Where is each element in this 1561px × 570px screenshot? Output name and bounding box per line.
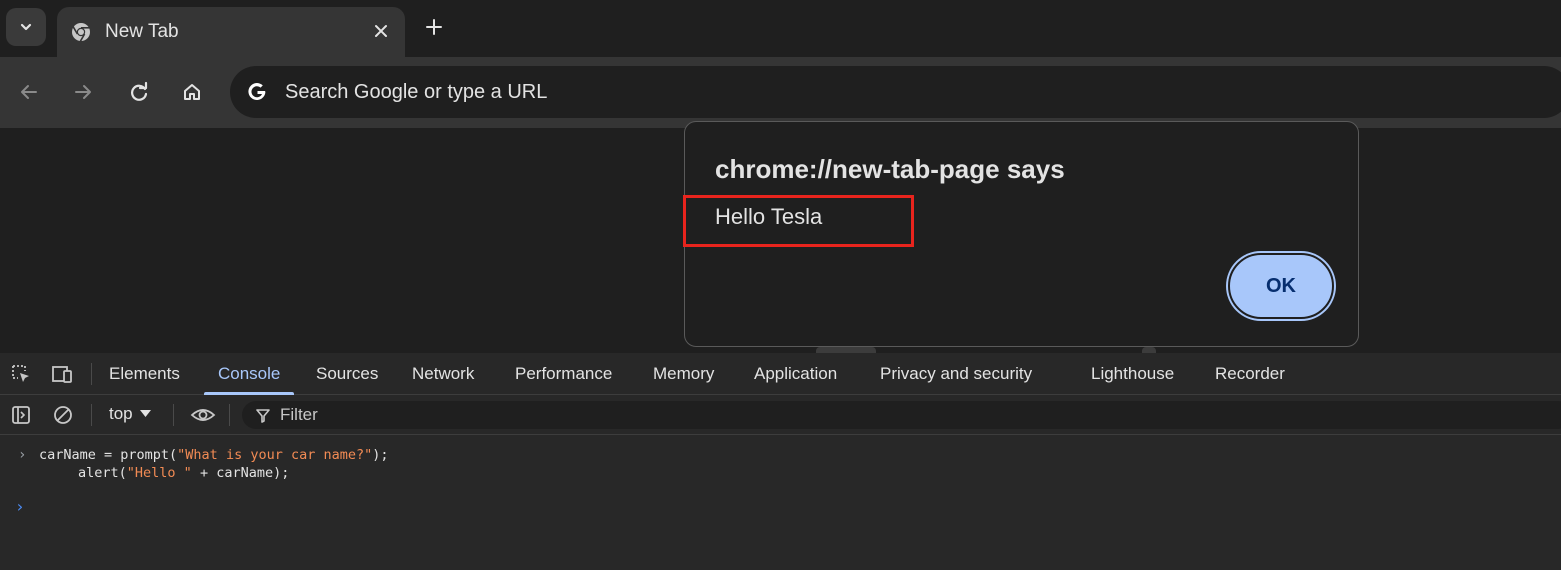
new-tab-button[interactable] bbox=[420, 12, 448, 42]
sidebar-toggle-icon[interactable] bbox=[9, 403, 33, 427]
device-toolbar-icon[interactable] bbox=[50, 362, 74, 386]
plus-icon bbox=[426, 19, 442, 35]
reload-icon bbox=[131, 81, 148, 101]
chevron-right-icon: › bbox=[18, 447, 27, 463]
devtools-tab-elements[interactable]: Elements bbox=[109, 353, 180, 395]
devtools-tab-performance[interactable]: Performance bbox=[515, 353, 612, 395]
alert-dialog: chrome://new-tab-page says Hello Tesla O… bbox=[683, 121, 1359, 347]
devtools-tab-console[interactable]: Console bbox=[203, 353, 295, 395]
tab-title: New Tab bbox=[105, 21, 179, 42]
divider bbox=[91, 363, 92, 385]
caret-down-icon bbox=[139, 410, 151, 417]
ok-button[interactable]: OK bbox=[1228, 253, 1334, 319]
filter-icon bbox=[256, 408, 270, 423]
context-selector-label: top bbox=[109, 404, 133, 423]
live-expression-eye-icon[interactable] bbox=[189, 403, 217, 427]
home-button[interactable] bbox=[177, 77, 207, 107]
chrome-icon bbox=[71, 22, 91, 42]
close-icon[interactable] bbox=[369, 19, 393, 43]
dialog-message: Hello Tesla bbox=[715, 204, 823, 229]
tab-search-button[interactable] bbox=[6, 8, 46, 46]
console-prompt-icon[interactable]: › bbox=[15, 497, 25, 516]
forward-button[interactable] bbox=[68, 77, 98, 107]
clear-console-icon[interactable] bbox=[51, 403, 75, 427]
context-selector[interactable]: top bbox=[109, 404, 151, 424]
reload-button[interactable] bbox=[124, 77, 154, 107]
dialog-title: chrome://new-tab-page says bbox=[715, 154, 1065, 184]
arrow-left-icon bbox=[21, 85, 37, 99]
browser-toolbar: Search Google or type a URL bbox=[0, 57, 1561, 128]
divider bbox=[229, 404, 230, 426]
devtools-tab-recorder[interactable]: Recorder bbox=[1215, 353, 1285, 395]
devtools-tab-application[interactable]: Application bbox=[754, 353, 837, 395]
devtools-tab-memory[interactable]: Memory bbox=[653, 353, 714, 395]
tab-new-tab[interactable]: New Tab bbox=[57, 7, 405, 57]
console-toolbar: top Filter bbox=[0, 395, 1561, 435]
divider bbox=[173, 404, 174, 426]
console-command-line-1: carName = prompt("What is your car name?… bbox=[39, 447, 389, 463]
devtools-panel: Elements Console Sources Network Perform… bbox=[0, 353, 1561, 570]
divider bbox=[91, 404, 92, 426]
devtools-tab-sources[interactable]: Sources bbox=[316, 353, 378, 395]
google-icon bbox=[244, 79, 270, 105]
arrow-right-icon bbox=[75, 85, 91, 99]
back-button[interactable] bbox=[14, 77, 44, 107]
tab-strip: New Tab bbox=[0, 0, 1561, 57]
console-command-line-2: alert("Hello " + carName); bbox=[78, 465, 290, 481]
address-bar-placeholder: Search Google or type a URL bbox=[285, 80, 548, 103]
devtools-tab-network[interactable]: Network bbox=[412, 353, 474, 395]
devtools-tab-lighthouse[interactable]: Lighthouse bbox=[1091, 353, 1174, 395]
home-icon bbox=[184, 84, 200, 100]
chevron-down-icon bbox=[20, 23, 32, 31]
filter-placeholder: Filter bbox=[280, 405, 318, 424]
devtools-tab-privacy-security[interactable]: Privacy and security bbox=[880, 353, 1032, 395]
console-filter-input[interactable]: Filter bbox=[242, 401, 1561, 429]
address-bar[interactable]: Search Google or type a URL bbox=[230, 66, 1561, 118]
inspect-element-icon[interactable] bbox=[9, 362, 33, 386]
devtools-tabbar: Elements Console Sources Network Perform… bbox=[0, 353, 1561, 395]
console-output[interactable]: › carName = prompt("What is your car nam… bbox=[0, 435, 1561, 570]
